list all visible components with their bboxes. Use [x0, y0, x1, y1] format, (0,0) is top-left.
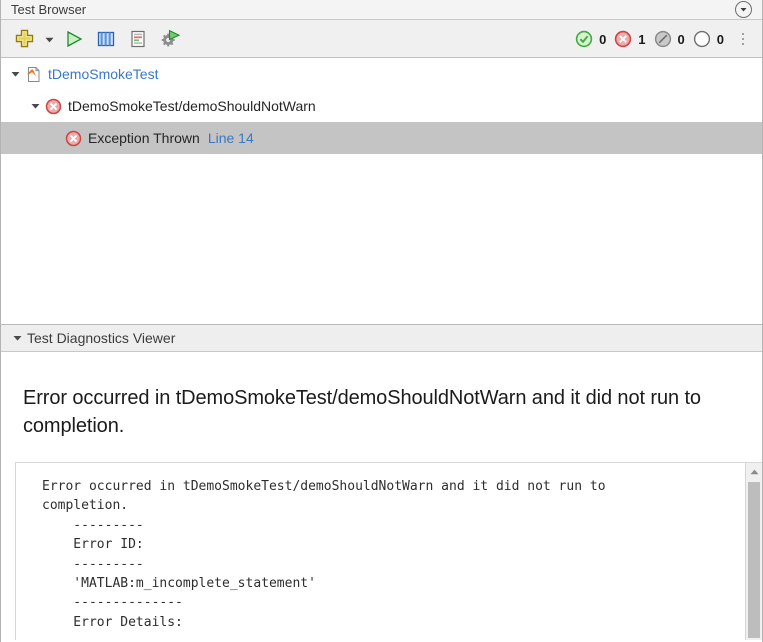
- add-tests-button[interactable]: [9, 24, 39, 54]
- add-tests-dropdown[interactable]: [41, 24, 57, 54]
- circle-chevron-down-icon: [739, 5, 748, 14]
- toolbar: 0 1 0: [1, 20, 762, 58]
- scrollbar-thumb[interactable]: [748, 482, 760, 638]
- toolbar-overflow-menu-button[interactable]: [732, 24, 754, 54]
- toolbar-status-group: 0 1 0: [575, 20, 754, 58]
- red-x-circle-icon: [614, 30, 632, 48]
- diagnostics-panel-header[interactable]: Test Diagnostics Viewer: [1, 324, 762, 352]
- green-play-icon: [64, 29, 84, 49]
- passed-status[interactable]: 0: [575, 30, 606, 48]
- empty-circle-icon: [693, 30, 711, 48]
- tree-twisty-file[interactable]: [7, 71, 23, 77]
- kebab-menu-icon: [742, 33, 744, 45]
- diagnostics-details-text: Error occurred in tDemoSmokeTest/demoSho…: [16, 463, 762, 632]
- diagnostics-panel-title: Test Diagnostics Viewer: [27, 330, 175, 346]
- incomplete-status[interactable]: 0: [654, 30, 685, 48]
- diagnostics-scroll-region: Error occurred in tDemoSmokeTest/demoSho…: [15, 462, 762, 640]
- test-tree: tDemoSmokeTest tDemoSmokeTest/demoShould…: [1, 58, 762, 324]
- incomplete-count: 0: [678, 32, 685, 47]
- report-button[interactable]: [123, 24, 153, 54]
- chevron-down-icon: [13, 335, 22, 341]
- window-title: Test Browser: [11, 0, 735, 20]
- red-x-circle-icon: [43, 98, 63, 115]
- scrollbar-up-button[interactable]: [746, 463, 762, 480]
- chevron-down-icon: [31, 103, 40, 109]
- tree-label-test: tDemoSmokeTest/demoShouldNotWarn: [68, 98, 316, 114]
- caret-down-icon: [45, 31, 54, 46]
- blue-columns-icon: [96, 29, 116, 49]
- notrun-status[interactable]: 0: [693, 30, 724, 48]
- exception-line-link[interactable]: Line 14: [208, 130, 254, 146]
- notrun-count: 0: [717, 32, 724, 47]
- triangle-up-icon: [750, 469, 759, 475]
- report-document-icon: [128, 29, 148, 49]
- run-with-options-button[interactable]: [155, 24, 185, 54]
- window-titlebar: Test Browser: [1, 0, 762, 20]
- failed-count: 1: [638, 32, 645, 47]
- run-tests-button[interactable]: [59, 24, 89, 54]
- tree-row-exception[interactable]: Exception Thrown Line 14: [1, 122, 762, 154]
- tree-label-exception: Exception Thrown: [88, 130, 200, 146]
- chevron-down-icon: [11, 71, 20, 77]
- green-check-circle-icon: [575, 30, 593, 48]
- gray-slash-circle-icon: [654, 30, 672, 48]
- yellow-plus-icon: [15, 29, 34, 48]
- gear-play-icon: [160, 28, 181, 49]
- tree-twisty-test[interactable]: [27, 103, 43, 109]
- tree-label-file: tDemoSmokeTest: [48, 66, 158, 82]
- diagnostics-vertical-scrollbar[interactable]: [745, 463, 762, 640]
- matlab-file-icon: [23, 66, 43, 83]
- parallel-columns-button[interactable]: [91, 24, 121, 54]
- toolbar-left-group: [1, 24, 185, 54]
- diagnostics-heading: Error occurred in tDemoSmokeTest/demoSho…: [1, 352, 762, 440]
- tree-row-file[interactable]: tDemoSmokeTest: [1, 58, 762, 90]
- tree-row-test[interactable]: tDemoSmokeTest/demoShouldNotWarn: [1, 90, 762, 122]
- diagnostics-twisty[interactable]: [9, 335, 25, 341]
- failed-status[interactable]: 1: [614, 30, 645, 48]
- passed-count: 0: [599, 32, 606, 47]
- titlebar-dropdown-button[interactable]: [735, 1, 752, 18]
- diagnostics-body: Error occurred in tDemoSmokeTest/demoSho…: [1, 352, 762, 640]
- test-browser-window: Test Browser: [0, 0, 763, 642]
- red-x-circle-icon: [63, 130, 83, 147]
